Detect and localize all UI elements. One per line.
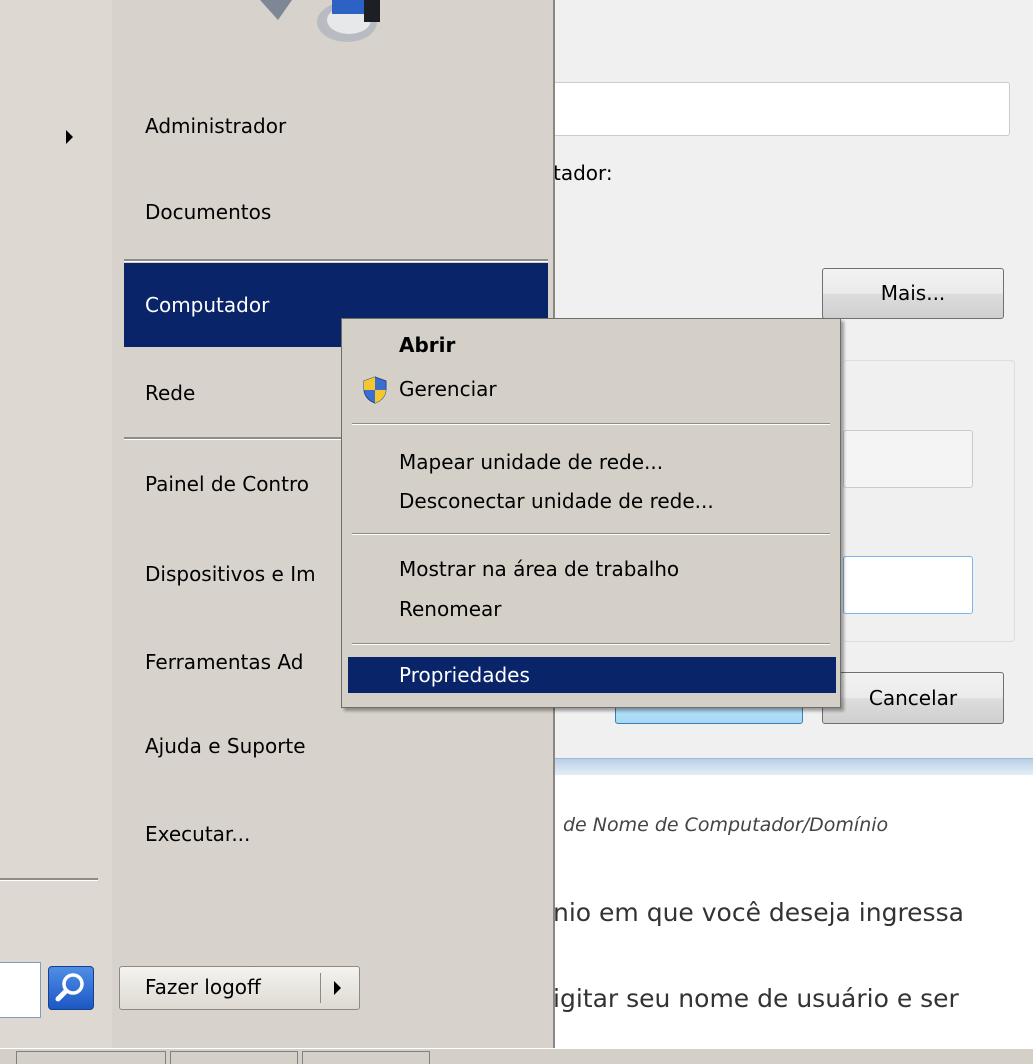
taskbar-button[interactable] xyxy=(302,1051,430,1064)
ctx-item-propriedades[interactable]: Propriedades xyxy=(348,657,836,693)
start-item-ajuda-e-suporte[interactable]: Ajuda e Suporte xyxy=(124,704,548,788)
workgroup-field[interactable] xyxy=(843,556,973,614)
ctx-item-abrir[interactable]: Abrir xyxy=(348,327,836,363)
logoff-options-arrow-icon[interactable] xyxy=(334,981,341,995)
left-pane-divider xyxy=(0,878,98,881)
ctx-item-gerenciar[interactable]: Gerenciar xyxy=(348,371,836,407)
help-page: de Nome de Computador/Domínio nio em que… xyxy=(553,758,1033,1048)
help-topbar xyxy=(553,758,1033,775)
logoff-divider xyxy=(320,973,321,1003)
start-item-administrador[interactable]: Administrador xyxy=(124,84,548,168)
taskbar-button[interactable] xyxy=(16,1051,166,1064)
magnifier-icon xyxy=(55,973,84,1002)
domain-field[interactable] xyxy=(843,430,973,488)
dialog-label-partial: tador: xyxy=(553,161,613,185)
search-button[interactable] xyxy=(48,966,94,1010)
ctx-separator xyxy=(352,533,830,535)
ctx-separator xyxy=(352,423,830,425)
taskbar xyxy=(0,1048,1033,1064)
ctx-item-mostrar-area-trabalho[interactable]: Mostrar na área de trabalho xyxy=(348,551,836,587)
search-input[interactable] xyxy=(0,962,41,1018)
logoff-label: Fazer logoff xyxy=(145,975,261,999)
help-text-line-1: nio em que você deseja ingressa xyxy=(553,898,964,927)
ctx-separator xyxy=(352,643,830,645)
more-button[interactable]: Mais... xyxy=(822,268,1004,319)
help-italic-title: de Nome de Computador/Domínio xyxy=(563,814,889,836)
start-menu-left-pane xyxy=(0,0,114,1048)
ctx-item-mapear-unidade[interactable]: Mapear unidade de rede... xyxy=(348,444,836,480)
cancel-button[interactable]: Cancelar xyxy=(822,672,1004,724)
start-menu-separator xyxy=(124,259,548,262)
taskbar-button[interactable] xyxy=(170,1051,298,1064)
help-text-line-2: igitar seu nome de usuário e ser xyxy=(553,984,959,1013)
logoff-button[interactable]: Fazer logoff xyxy=(119,966,360,1010)
computer-context-menu: Abrir Gerenciar Mapear unidade de rede..… xyxy=(341,318,841,708)
ctx-item-renomear[interactable]: Renomear xyxy=(348,591,836,627)
user-picture xyxy=(252,0,380,50)
ctx-item-desconectar-unidade[interactable]: Desconectar unidade de rede... xyxy=(348,483,836,519)
start-item-documentos[interactable]: Documentos xyxy=(124,170,548,254)
computer-description-field[interactable] xyxy=(553,82,1010,136)
all-programs-arrow-icon[interactable] xyxy=(66,130,73,144)
computer-user-picture-icon xyxy=(260,0,380,42)
start-item-executar[interactable]: Executar... xyxy=(124,792,548,876)
uac-shield-icon xyxy=(363,376,387,404)
